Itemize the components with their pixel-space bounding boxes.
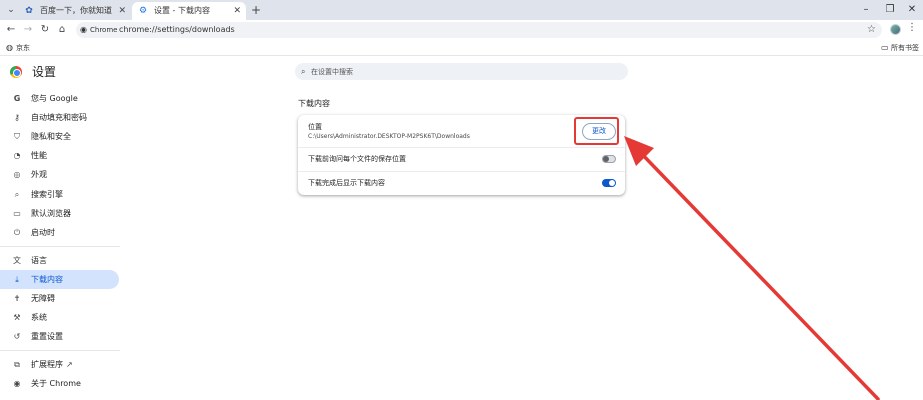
ask-where-row[interactable]: 下载前询问每个文件的保存位置 xyxy=(298,147,625,171)
sidebar-item-label: 系统 xyxy=(31,313,47,322)
ask-where-label: 下载前询问每个文件的保存位置 xyxy=(308,155,406,163)
show-when-done-row[interactable]: 下载完成后显示下载内容 xyxy=(298,171,625,195)
show-when-done-toggle[interactable] xyxy=(602,179,616,187)
shield-icon: ⛉ xyxy=(14,132,20,141)
settings-search[interactable]: ⌕ xyxy=(295,63,628,80)
key-icon: ⚷ xyxy=(14,113,20,122)
close-window-icon[interactable]: ✕ xyxy=(904,2,920,18)
sidebar-item-autofill[interactable]: ⚷ 自动填充和密码 xyxy=(0,108,119,127)
bookmarks-bar: ◍ 京东 ▭ 所有书签 xyxy=(0,40,923,56)
url-text: chrome://settings/downloads xyxy=(119,25,235,34)
site-chip-label: Chrome xyxy=(90,26,118,34)
close-icon[interactable]: ✕ xyxy=(233,2,241,20)
sidebar-item-label: 外观 xyxy=(31,170,47,179)
search-input[interactable] xyxy=(311,63,611,80)
tab-title: 百度一下，你就知道 xyxy=(40,6,112,15)
sidebar-item-appearance[interactable]: ◎ 外观 xyxy=(0,165,119,184)
sidebar-item-about-chrome[interactable]: ◉ 关于 Chrome xyxy=(0,374,119,393)
download-icon: ⤓ xyxy=(15,275,19,284)
sidebar-item-label: 您与 Google xyxy=(31,94,78,103)
toolbar: ← → ↻ ⌂ ◉ Chrome chrome://settings/downl… xyxy=(0,20,923,40)
sidebar-divider xyxy=(0,350,120,351)
puzzle-icon: ⧉ xyxy=(14,360,20,369)
bookmark-star-icon[interactable]: ☆ xyxy=(867,22,876,38)
folder-icon: ▭ xyxy=(881,43,889,52)
sidebar-divider xyxy=(0,246,120,247)
gear-icon: ⚙ xyxy=(138,6,148,16)
power-icon: ⏻ xyxy=(13,228,21,237)
external-link-icon: ↗ xyxy=(66,360,73,369)
show-when-done-label: 下载完成后显示下载内容 xyxy=(308,179,385,187)
bookmark-label: 京东 xyxy=(16,44,30,52)
chrome-logo-icon xyxy=(10,66,22,78)
sidebar-item-on-startup[interactable]: ⏻ 启动时 xyxy=(0,223,119,242)
reload-icon[interactable]: ↻ xyxy=(38,22,52,38)
forward-icon[interactable]: → xyxy=(21,22,35,38)
sidebar-item-label: 搜索引擎 xyxy=(31,190,63,199)
sidebar-item-accessibility[interactable]: ✝ 无障碍 xyxy=(0,289,119,308)
home-icon[interactable]: ⌂ xyxy=(55,22,69,38)
sidebar-item-label: 性能 xyxy=(31,151,47,160)
sidebar-item-label: 下载内容 xyxy=(31,275,63,284)
sidebar-item-default-browser[interactable]: ▭ 默认浏览器 xyxy=(0,204,119,223)
tab-baidu[interactable]: ✿ 百度一下，你就知道 ✕ xyxy=(18,2,131,20)
sidebar-item-system[interactable]: ⚒ 系统 xyxy=(0,308,119,327)
sidebar-item-label: 关于 Chrome xyxy=(31,379,81,388)
bookmark-jd[interactable]: ◍ 京东 xyxy=(6,42,30,54)
address-bar[interactable]: ◉ Chrome chrome://settings/downloads ☆ xyxy=(76,22,882,38)
paw-icon: ✿ xyxy=(25,6,33,16)
sidebar-item-reset[interactable]: ↺ 重置设置 xyxy=(0,327,119,346)
close-icon[interactable]: ✕ xyxy=(118,2,126,20)
google-icon: G xyxy=(13,94,21,103)
sidebar-item-label: 无障碍 xyxy=(31,294,55,303)
sidebar-item-label: 重置设置 xyxy=(31,332,63,341)
all-bookmarks-button[interactable]: ▭ 所有书签 xyxy=(881,42,919,54)
profile-avatar[interactable] xyxy=(890,24,901,35)
page-title: 设置 xyxy=(32,65,57,79)
menu-kebab-icon[interactable]: ⋮ xyxy=(907,22,917,33)
sidebar-item-extensions[interactable]: ⧉ 扩展程序 ↗ xyxy=(0,355,119,374)
sidebar-item-search-engine[interactable]: ⌕ 搜索引擎 xyxy=(0,185,119,204)
sidebar-item-label: 扩展程序 xyxy=(31,360,63,369)
tab-search-icon[interactable]: ⌄ xyxy=(4,3,18,17)
location-label: 位置 xyxy=(308,123,322,131)
chrome-icon: ◉ xyxy=(13,379,21,388)
speedometer-icon: ◔ xyxy=(13,151,21,160)
search-icon: ⌕ xyxy=(301,67,306,76)
translate-icon: 文 xyxy=(13,256,21,265)
all-bookmarks-label: 所有书签 xyxy=(891,44,919,52)
wrench-icon: ⚒ xyxy=(13,313,21,322)
site-info-chip[interactable]: ◉ Chrome xyxy=(80,24,117,36)
section-title: 下载内容 xyxy=(298,99,330,108)
ask-where-toggle[interactable] xyxy=(602,155,616,163)
palette-icon: ◎ xyxy=(13,170,21,179)
tab-title: 设置 - 下载内容 xyxy=(154,6,210,15)
restore-icon[interactable]: ❐ xyxy=(882,2,898,18)
accessibility-icon: ✝ xyxy=(13,294,21,303)
sidebar-item-privacy[interactable]: ⛉ 隐私和安全 xyxy=(0,127,119,146)
location-path: C:\Users\Administrator.DESKTOP-M2PSK6T\D… xyxy=(308,133,470,140)
annotation-arrow xyxy=(624,136,880,400)
back-icon[interactable]: ← xyxy=(4,22,18,38)
sidebar-item-label: 启动时 xyxy=(31,228,55,237)
sidebar-item-you-and-google[interactable]: G 您与 Google xyxy=(0,89,119,108)
reset-icon: ↺ xyxy=(13,332,21,341)
sidebar-item-label: 默认浏览器 xyxy=(31,209,71,218)
browser-icon: ▭ xyxy=(13,209,21,218)
sidebar-item-downloads[interactable]: ⤓ 下载内容 xyxy=(0,270,119,289)
globe-icon: ◍ xyxy=(6,43,13,52)
tab-strip: ⌄ ✿ 百度一下，你就知道 ✕ ⚙ 设置 - 下载内容 ✕ + – ❐ ✕ xyxy=(0,0,923,20)
sidebar-item-performance[interactable]: ◔ 性能 xyxy=(0,146,119,165)
sidebar-item-languages[interactable]: 文 语言 xyxy=(0,251,119,270)
chrome-icon: ◉ xyxy=(80,25,87,34)
sidebar-item-label: 隐私和安全 xyxy=(31,132,71,141)
new-tab-icon[interactable]: + xyxy=(249,2,263,18)
sidebar-item-label: 语言 xyxy=(31,256,47,265)
sidebar-item-label: 自动填充和密码 xyxy=(31,113,87,122)
annotation-highlight-box xyxy=(574,117,619,145)
tab-settings[interactable]: ⚙ 设置 - 下载内容 ✕ xyxy=(132,2,246,20)
minimize-icon[interactable]: – xyxy=(858,2,874,18)
search-icon: ⌕ xyxy=(14,190,20,199)
